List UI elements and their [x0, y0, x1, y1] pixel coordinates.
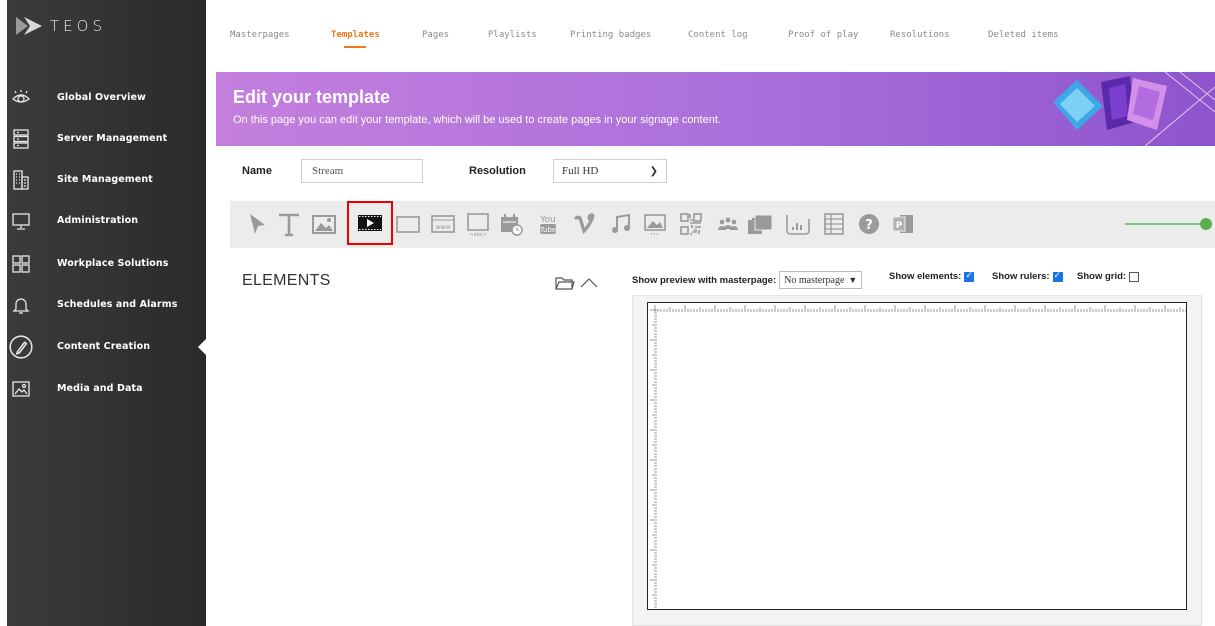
masterpage-select[interactable]: No masterpage ▼ [779, 271, 863, 289]
tab-printing-badges[interactable]: Printing badges [570, 30, 651, 40]
sidebar-item-server-management[interactable]: Server Management [0, 118, 206, 159]
teos-logo-icon [16, 17, 42, 35]
show-elements-checkbox[interactable] [964, 270, 975, 282]
show-rulers-checkbox[interactable] [1052, 270, 1063, 282]
sidebar-item-media-and-data[interactable]: Media and Data [0, 368, 206, 409]
tab-content-log[interactable]: Content log [688, 30, 748, 40]
chevron-down-icon: ▼ [848, 275, 858, 285]
template-canvas[interactable] [647, 302, 1187, 610]
text-tool-icon[interactable] [274, 209, 304, 239]
name-label: Name [242, 165, 272, 177]
pen-circle-icon [9, 334, 33, 359]
tab-deleted-items[interactable]: Deleted items [988, 30, 1058, 40]
svg-text:www: www [436, 224, 451, 231]
svg-text:<abc>: <abc> [469, 232, 486, 237]
grid-icon [9, 252, 33, 276]
show-elements-control: Show elements: [889, 270, 975, 282]
svg-text:P: P [896, 221, 903, 231]
zoom-slider-track[interactable] [1125, 223, 1205, 225]
powerpoint-tool-icon[interactable]: P [888, 209, 918, 239]
sidebar: TEOS Global Overview Server Management S… [0, 0, 206, 626]
tab-playlists[interactable]: Playlists [488, 30, 537, 40]
video-stream-tool-icon[interactable] [347, 201, 393, 245]
tab-proof-of-play[interactable]: Proof of play [788, 30, 858, 40]
pointer-tool-icon[interactable] [242, 209, 272, 239]
teos-logo[interactable]: TEOS [14, 14, 106, 38]
resolution-select[interactable]: Full HD ❯ [553, 159, 667, 183]
ticker-tool-icon[interactable]: <abc> [463, 209, 493, 239]
sidebar-item-administration[interactable]: Administration [0, 200, 206, 241]
audio-tool-icon[interactable] [606, 209, 636, 239]
top-tabs: Masterpages Templates Pages Playlists Pr… [206, 0, 1215, 60]
tab-masterpages[interactable]: Masterpages [230, 30, 290, 40]
chevron-down-icon: ❯ [649, 165, 658, 177]
datetime-tool-icon[interactable] [496, 209, 526, 239]
sidebar-item-label: Administration [57, 215, 139, 226]
masterpage-value: No masterpage [784, 274, 845, 286]
image-icon [9, 377, 33, 401]
sidebar-item-site-management[interactable]: Site Management [0, 159, 206, 200]
folder-icon[interactable] [555, 274, 575, 296]
page-title: Edit your template [233, 87, 391, 107]
sidebar-item-label: Global Overview [57, 92, 146, 103]
sidebar-item-label: Workplace Solutions [57, 258, 169, 269]
chart-tool-icon[interactable] [782, 209, 812, 239]
slideshow-tool-icon[interactable] [640, 209, 670, 239]
masterpage-label: Show preview with masterpage: [632, 274, 777, 286]
template-decoration-icon [1053, 72, 1215, 146]
horizontal-ruler [654, 305, 1187, 312]
bell-icon [9, 293, 33, 317]
rectangle-tool-icon[interactable] [393, 209, 423, 239]
page-banner: Edit your template On this page you can … [216, 72, 1215, 146]
tab-templates[interactable]: Templates [331, 30, 380, 40]
show-grid-control: Show grid: [1077, 271, 1140, 282]
sidebar-item-label: Media and Data [57, 383, 143, 394]
elements-heading: ELEMENTS [242, 272, 331, 289]
tab-pages[interactable]: Pages [422, 30, 449, 40]
sidebar-item-label: Site Management [57, 174, 153, 185]
svg-text:?: ? [865, 218, 873, 233]
left-edge-strip [0, 0, 7, 626]
element-toolbar: www <abc> You Tube ? P [230, 201, 1215, 248]
sidebar-item-schedules-and-alarms[interactable]: Schedules and Alarms [0, 284, 206, 325]
logo-text: TEOS [50, 17, 106, 35]
image-tool-icon[interactable] [309, 209, 339, 239]
qr-code-tool-icon[interactable] [676, 209, 706, 239]
layers-tool-icon[interactable] [745, 209, 775, 239]
zoom-slider-handle[interactable] [1200, 218, 1212, 230]
building-icon [9, 168, 33, 192]
sidebar-item-label: Content Creation [57, 341, 151, 352]
vimeo-tool-icon[interactable] [571, 209, 601, 239]
tab-resolutions[interactable]: Resolutions [890, 30, 950, 40]
sidebar-item-label: Server Management [57, 133, 168, 144]
show-rulers-control: Show rulers: [992, 270, 1063, 282]
eye-icon [9, 86, 33, 110]
server-icon [9, 127, 33, 151]
svg-text:You: You [539, 215, 556, 225]
name-input[interactable]: Stream [301, 159, 423, 183]
show-rulers-label: Show rulers: [992, 271, 1050, 282]
svg-text:Tube: Tube [539, 226, 556, 234]
sidebar-item-workplace-solutions[interactable]: Workplace Solutions [0, 243, 206, 284]
youtube-tool-icon[interactable]: You Tube [533, 209, 563, 239]
vertical-ruler [650, 309, 657, 608]
sidebar-item-global-overview[interactable]: Global Overview [0, 77, 206, 118]
page: TEOS Global Overview Server Management S… [0, 0, 1215, 626]
sidebar-item-label: Schedules and Alarms [57, 299, 178, 310]
sidebar-item-content-creation[interactable]: Content Creation [0, 326, 206, 367]
show-grid-label: Show grid: [1077, 271, 1127, 282]
resolution-label: Resolution [469, 165, 526, 177]
masterpage-control: Show preview with masterpage: No masterp… [632, 271, 863, 289]
table-tool-icon[interactable] [819, 209, 849, 239]
people-tool-icon[interactable] [713, 209, 743, 239]
show-elements-label: Show elements: [889, 271, 962, 282]
help-tool-icon[interactable]: ? [854, 209, 884, 239]
elements-actions [555, 274, 599, 296]
web-tool-icon[interactable]: www [428, 209, 458, 239]
show-grid-checkbox[interactable] [1129, 271, 1140, 282]
page-subtitle: On this page you can edit your template,… [233, 114, 721, 126]
monitor-icon [9, 209, 33, 233]
chevron-up-icon[interactable] [579, 274, 599, 296]
resolution-value: Full HD [562, 165, 599, 177]
